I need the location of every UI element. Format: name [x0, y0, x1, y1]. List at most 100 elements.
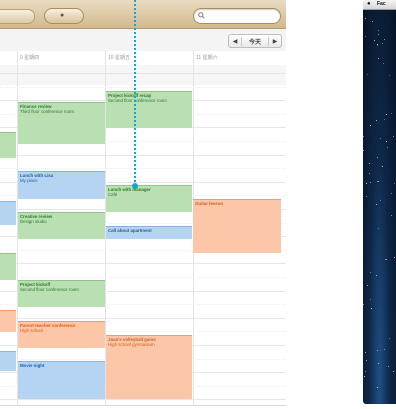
event-title: Guitar lesson	[195, 201, 224, 206]
calendar-event-partial[interactable]	[0, 132, 16, 158]
star	[377, 350, 378, 351]
calendar-event-partial[interactable]	[0, 201, 16, 225]
star	[387, 147, 388, 148]
event-location: Café	[108, 192, 118, 197]
star	[370, 299, 371, 300]
star	[378, 34, 379, 35]
menu-bar: ● Fac	[363, 0, 396, 10]
calendar-event[interactable]: Creative review Design studio	[18, 212, 105, 239]
star	[365, 371, 366, 372]
star	[384, 349, 385, 350]
previous-button[interactable]: ◀	[229, 38, 241, 45]
search-icon	[198, 12, 205, 19]
calendar-event[interactable]: Parent-teacher conference High school	[18, 321, 105, 348]
calendar-event-partial[interactable]	[0, 253, 16, 280]
calendar-event[interactable]: Lunch with manager Café	[106, 185, 192, 212]
calendar-event[interactable]: Lunch with Lisa My place	[18, 171, 105, 199]
star	[378, 181, 379, 182]
view-toggle[interactable]	[0, 9, 35, 24]
grid-line	[0, 317, 286, 319]
grid-line	[0, 263, 286, 265]
event-location: Second floor conference room	[20, 287, 79, 292]
star	[363, 304, 364, 305]
event-location: Design studio	[20, 219, 47, 224]
star	[394, 183, 395, 184]
star	[389, 75, 390, 76]
star	[363, 150, 364, 151]
event-location: High school gymnasium	[108, 342, 155, 347]
star	[380, 200, 381, 201]
star	[378, 58, 379, 59]
star	[389, 338, 390, 339]
star	[377, 157, 378, 158]
star	[378, 363, 379, 364]
star	[366, 196, 367, 197]
star	[386, 259, 387, 260]
drag-indicator-line	[134, 0, 136, 186]
star	[365, 18, 366, 19]
star	[364, 376, 365, 377]
star	[376, 120, 377, 121]
calendar-event[interactable]: Project kickoff Second floor conference …	[18, 280, 105, 307]
star	[391, 215, 392, 216]
grid-line	[0, 168, 286, 170]
calendar-event-partial[interactable]	[0, 310, 16, 332]
star	[376, 204, 377, 205]
event-location: My place	[20, 178, 38, 183]
star	[366, 183, 367, 184]
search-field[interactable]	[193, 8, 281, 24]
calendar-event-partial[interactable]	[0, 351, 16, 371]
day-header: 10 星期五	[108, 55, 130, 61]
star	[370, 272, 371, 273]
star	[363, 136, 364, 137]
star	[384, 119, 385, 120]
grid-line	[0, 154, 286, 156]
day-header: 9 星期四	[20, 55, 40, 61]
menu-app-name[interactable]: Fac	[377, 0, 386, 9]
star	[370, 182, 371, 183]
star	[367, 74, 368, 75]
toolbar-button[interactable]: ●	[44, 8, 84, 24]
event-location: Third floor conference room	[20, 109, 74, 114]
next-button[interactable]: ▶	[269, 38, 281, 45]
star	[377, 44, 378, 45]
star	[378, 30, 379, 31]
star	[365, 352, 366, 353]
star	[382, 166, 383, 167]
star	[367, 285, 368, 286]
event-location: Second floor conference room	[108, 98, 167, 103]
today-button[interactable]: 今天	[241, 36, 269, 46]
star	[384, 39, 385, 40]
star	[391, 113, 392, 114]
week-grid[interactable]: 9 星期四 10 星期五 11 星期六 Project kickoff reca…	[0, 51, 286, 405]
star	[369, 173, 370, 174]
calendar-event[interactable]: Finance review Third floor conference ro…	[18, 102, 105, 144]
grid-line	[0, 399, 286, 401]
date-nav-control: ◀ 今天 ▶	[228, 34, 282, 48]
star	[382, 43, 383, 44]
star	[386, 114, 387, 115]
star	[366, 360, 367, 361]
star	[372, 21, 373, 22]
calendar-event[interactable]: Joan's volleyball game High school gymna…	[106, 335, 192, 399]
star	[380, 138, 381, 139]
apple-icon[interactable]: ●	[367, 0, 371, 9]
desktop-preview: ● Fac	[363, 0, 396, 404]
star	[385, 259, 386, 260]
calendar-event[interactable]: Project kickoff recap Second floor confe…	[106, 91, 192, 128]
grid-line	[0, 73, 286, 74]
star	[393, 136, 394, 137]
star	[377, 45, 378, 46]
calendar-event[interactable]: Guitar lesson	[193, 199, 281, 253]
calendar-event[interactable]: Movie night	[18, 361, 105, 399]
star	[388, 366, 389, 367]
star	[374, 40, 375, 41]
star	[394, 257, 395, 258]
star	[386, 141, 387, 142]
desktop-wallpaper	[363, 10, 396, 404]
star	[383, 63, 384, 64]
all-day-area[interactable]	[0, 65, 286, 85]
button-dot-icon: ●	[60, 12, 65, 19]
calendar-event[interactable]: Call about apartment	[106, 226, 192, 239]
grid-line	[0, 277, 286, 278]
